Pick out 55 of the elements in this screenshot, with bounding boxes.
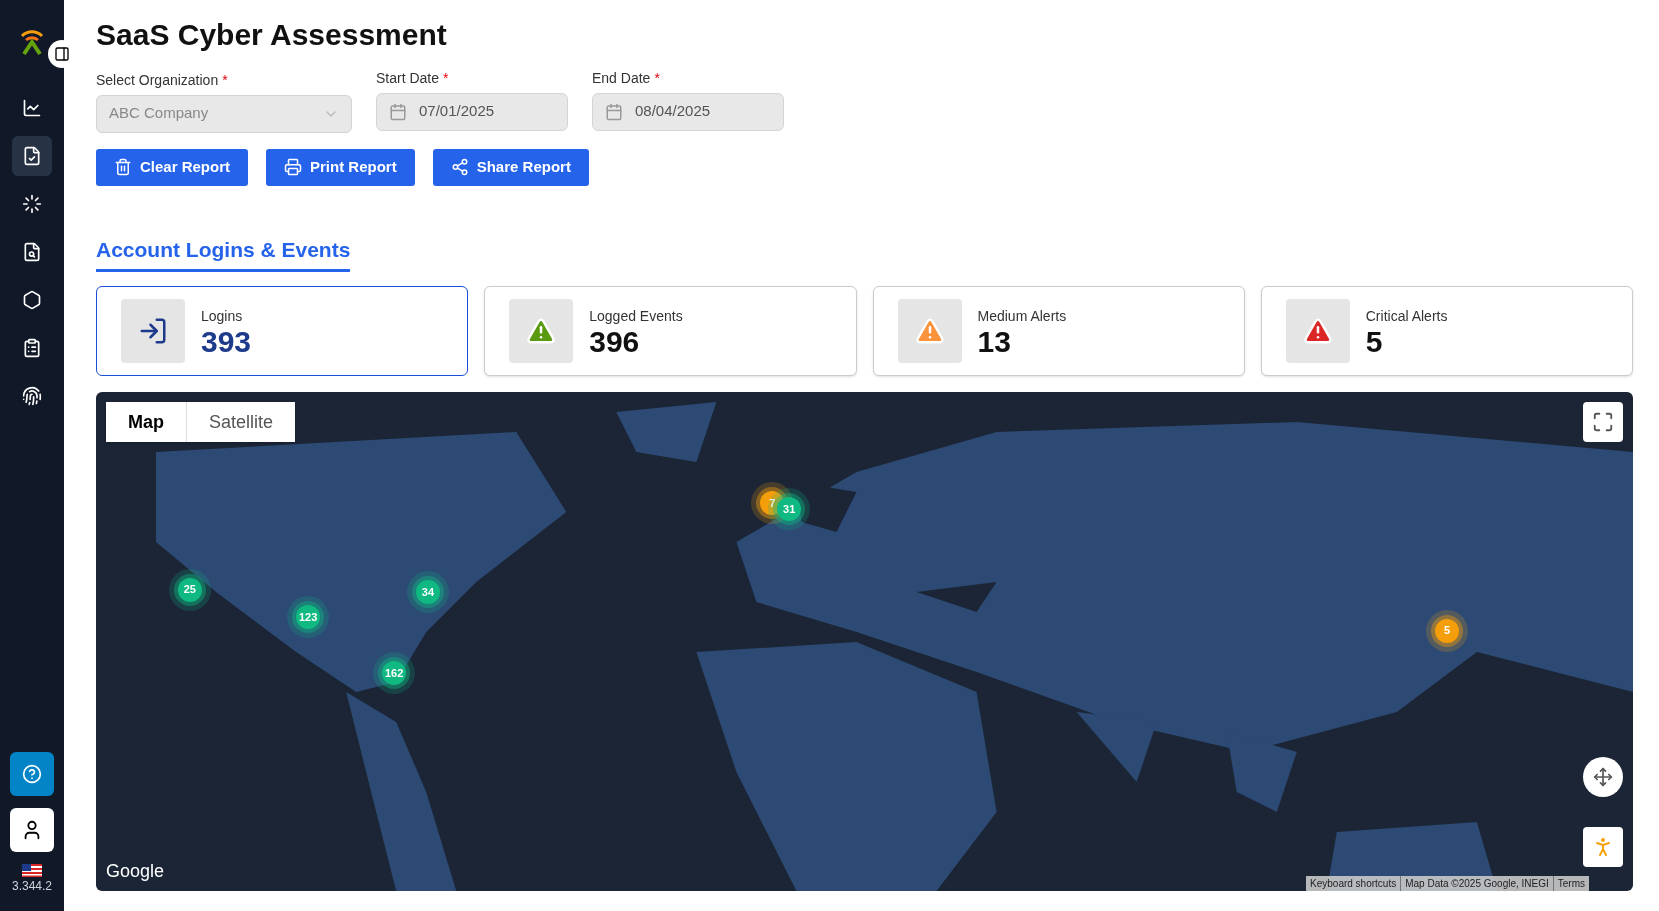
stat-label: Medium Alerts bbox=[977, 306, 1067, 326]
required-mark: * bbox=[443, 68, 449, 88]
section-title: Account Logins & Events bbox=[96, 233, 351, 272]
action-button[interactable]: Print Report bbox=[266, 148, 415, 186]
stat-label: Logins bbox=[201, 306, 244, 326]
line-chart-icon bbox=[22, 98, 42, 118]
date-field[interactable]: 08/04/2025 bbox=[592, 92, 784, 131]
clipboard-search-icon bbox=[22, 242, 42, 262]
fullscreen-icon bbox=[1592, 411, 1614, 433]
stat-card[interactable]: Critical Alerts 5 bbox=[1260, 286, 1633, 376]
move-icon bbox=[1593, 767, 1613, 787]
attribution-link[interactable]: Map Data ©2025 Google, INEGI bbox=[1400, 876, 1553, 891]
printer-icon bbox=[284, 158, 303, 176]
clipboard-chart-icon bbox=[22, 338, 42, 358]
stat-card[interactable]: Logged Events 396 bbox=[484, 286, 857, 376]
checklist-icon bbox=[22, 146, 42, 166]
stat-card[interactable]: Medium Alerts 13 bbox=[872, 286, 1245, 376]
sidebar-item[interactable] bbox=[12, 136, 52, 176]
flag-icon bbox=[22, 864, 42, 877]
field-label: End Date bbox=[592, 68, 651, 88]
stat-value: 13 bbox=[977, 326, 1012, 357]
dots-icon bbox=[22, 194, 42, 214]
date-field[interactable]: 07/01/2025 bbox=[376, 92, 568, 131]
hexagon-icon bbox=[22, 290, 42, 310]
action-button[interactable]: Clear Report bbox=[96, 148, 249, 186]
map-type-tab[interactable]: Map bbox=[106, 402, 186, 442]
fullscreen-button[interactable] bbox=[1583, 402, 1623, 442]
login-icon bbox=[138, 316, 168, 346]
panel-icon bbox=[54, 46, 70, 62]
map-type-tab[interactable]: Satellite bbox=[186, 402, 296, 442]
calendar-icon bbox=[389, 102, 407, 121]
attribution-link[interactable]: Keyboard shortcuts bbox=[1306, 876, 1401, 891]
attribution-link[interactable]: Terms bbox=[1552, 876, 1589, 891]
stat-value: 393 bbox=[201, 326, 252, 357]
stat-value: 5 bbox=[1365, 326, 1384, 357]
stat-card[interactable]: Logins 393 bbox=[96, 286, 469, 376]
action-button[interactable]: Share Report bbox=[432, 148, 589, 186]
version-text: 3.344.2 bbox=[11, 878, 52, 895]
fingerprint-icon bbox=[22, 386, 42, 406]
field-label: Select Organization bbox=[96, 70, 219, 90]
map-logo: Google bbox=[106, 860, 165, 883]
map[interactable]: Map Satellite 25 123 34 162 7 31 5 Google Keyboard shortcuts Map Data ©2025 Google, INEGI Terms bbox=[96, 392, 1633, 891]
share-icon bbox=[450, 158, 469, 176]
help-button[interactable] bbox=[10, 752, 54, 796]
help-icon bbox=[22, 764, 42, 784]
required-mark: * bbox=[222, 70, 228, 90]
stat-value: 396 bbox=[589, 326, 641, 357]
page-title: SaaS Cyber Assessment bbox=[96, 17, 448, 53]
calendar-icon bbox=[605, 102, 623, 121]
stat-label: Logged Events bbox=[589, 306, 683, 326]
field-label: Start Date bbox=[376, 68, 440, 88]
profile-button[interactable] bbox=[10, 808, 54, 852]
trash-icon bbox=[114, 158, 132, 176]
required-mark: * bbox=[654, 68, 660, 88]
stat-label: Critical Alerts bbox=[1365, 306, 1448, 326]
